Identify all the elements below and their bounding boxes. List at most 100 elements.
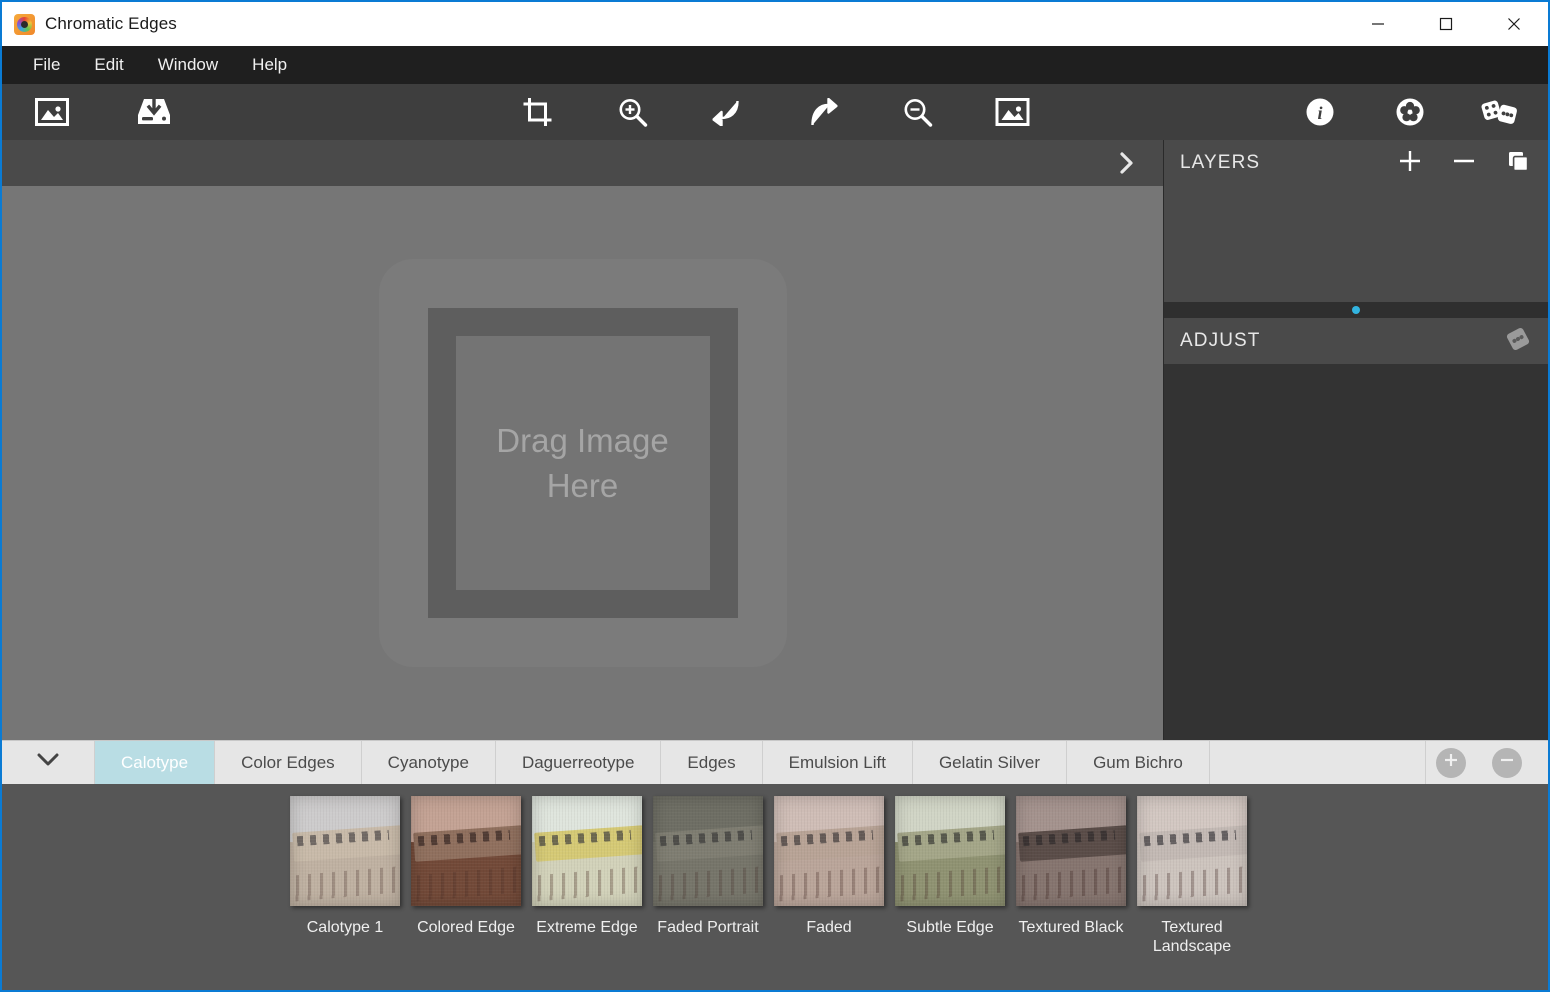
splitter-handle-dot [1352, 306, 1360, 314]
filter-tabs: CalotypeColor EdgesCyanotypeDaguerreotyp… [95, 741, 1210, 784]
preset-label: Textured Landscape [1137, 919, 1247, 957]
randomize-button[interactable] [1480, 92, 1520, 132]
preset-thumbnail[interactable]: Textured Landscape [1137, 796, 1247, 957]
fit-image-button[interactable] [993, 92, 1033, 132]
preset-label: Colored Edge [417, 919, 515, 938]
layers-panel-title: LAYERS [1180, 152, 1396, 174]
filter-tab-emulsion-lift[interactable]: Emulsion Lift [763, 741, 913, 784]
canvas-column: Drag Image Here [2, 140, 1163, 740]
redo-button[interactable] [803, 92, 843, 132]
dock-splitter[interactable] [1164, 302, 1548, 318]
drop-zone-label: Drag Image Here [496, 418, 668, 508]
minus-icon [1499, 752, 1515, 773]
canvas-toolbar [2, 140, 1163, 186]
aperture-flower-icon [1395, 97, 1425, 127]
application-window: Chromatic Edges File Edit Window Help [0, 0, 1550, 992]
app-icon-wrap [2, 14, 45, 35]
collapse-filters-button[interactable] [2, 741, 95, 784]
layers-list[interactable] [1164, 186, 1548, 302]
preset-preview-image [290, 796, 400, 906]
add-preset-button[interactable] [1436, 748, 1466, 778]
menu-edit[interactable]: Edit [77, 51, 140, 79]
undo-arrow-icon [713, 98, 743, 126]
filter-tab-gum-bichro[interactable]: Gum Bichro [1067, 741, 1210, 784]
filter-tab-edges[interactable]: Edges [661, 741, 762, 784]
open-image-button[interactable] [32, 92, 72, 132]
preset-thumbnail[interactable]: Faded Portrait [653, 796, 763, 938]
preset-label: Calotype 1 [307, 919, 384, 938]
right-dock: LAYERS [1163, 140, 1548, 740]
filter-tab-color-edges[interactable]: Color Edges [215, 741, 362, 784]
menu-bar: File Edit Window Help [2, 46, 1548, 84]
magnifier-plus-icon [618, 97, 648, 127]
close-icon[interactable] [1480, 2, 1548, 46]
preset-preview-image [774, 796, 884, 906]
preset-label: Extreme Edge [536, 919, 637, 938]
svg-text:i: i [1317, 103, 1322, 123]
dice-icon [1481, 98, 1519, 126]
toolbar-right-group: i [1300, 92, 1520, 132]
layers-panel-header: LAYERS [1164, 140, 1548, 186]
preset-thumbnail[interactable]: Subtle Edge [895, 796, 1005, 938]
adjust-panel-actions [1504, 327, 1532, 355]
adjust-panel-header: ADJUST [1164, 318, 1548, 364]
preset-thumbnail[interactable]: Calotype 1 [290, 796, 400, 938]
title-bar: Chromatic Edges [2, 2, 1548, 46]
minimize-icon[interactable] [1344, 2, 1412, 46]
duplicate-layer-button[interactable] [1504, 149, 1532, 177]
drop-zone[interactable]: Drag Image Here [379, 259, 787, 667]
preset-label: Textured Black [1019, 919, 1124, 938]
adjust-randomize-button[interactable] [1504, 327, 1532, 355]
minus-icon [1452, 149, 1476, 178]
menu-help[interactable]: Help [235, 51, 304, 79]
picture-frame-icon [996, 98, 1030, 126]
magnifier-minus-icon [903, 97, 933, 127]
adjust-panel-title: ADJUST [1180, 330, 1504, 352]
preset-preview-image [532, 796, 642, 906]
effects-button[interactable] [1390, 92, 1430, 132]
window-title: Chromatic Edges [45, 14, 1344, 34]
maximize-icon[interactable] [1412, 2, 1480, 46]
dice-icon [1503, 324, 1533, 359]
undo-button[interactable] [708, 92, 748, 132]
info-button[interactable]: i [1300, 92, 1340, 132]
remove-preset-button[interactable] [1492, 748, 1522, 778]
adjust-controls[interactable] [1164, 364, 1548, 740]
preset-preview-image [411, 796, 521, 906]
filter-tab-gelatin-silver[interactable]: Gelatin Silver [913, 741, 1067, 784]
menu-file[interactable]: File [16, 51, 77, 79]
info-circle-icon: i [1305, 97, 1335, 127]
filter-tab-daguerreotype[interactable]: Daguerreotype [496, 741, 661, 784]
add-layer-button[interactable] [1396, 149, 1424, 177]
save-image-button[interactable] [134, 92, 174, 132]
preset-preview-image [1137, 796, 1247, 906]
filter-tab-cyanotype[interactable]: Cyanotype [362, 741, 496, 784]
tab-spacer [1210, 741, 1426, 784]
preset-thumbnail[interactable]: Faded [774, 796, 884, 938]
remove-layer-button[interactable] [1450, 149, 1478, 177]
zoom-out-button[interactable] [898, 92, 938, 132]
preset-label: Faded [806, 919, 851, 938]
preset-preview-image [653, 796, 763, 906]
image-canvas[interactable]: Drag Image Here [2, 186, 1163, 740]
chromatic-edges-logo-icon [14, 14, 35, 35]
plus-icon [1398, 149, 1422, 178]
preset-thumbnail[interactable]: Extreme Edge [532, 796, 642, 938]
preset-label: Faded Portrait [657, 919, 758, 938]
preset-preview-image [895, 796, 1005, 906]
toolbar-left-group [2, 92, 174, 132]
filter-tab-calotype[interactable]: Calotype [95, 741, 215, 784]
preset-label: Subtle Edge [906, 919, 993, 938]
preset-buttons [1426, 741, 1548, 784]
crop-button[interactable] [518, 92, 558, 132]
preset-thumbnail[interactable]: Textured Black [1016, 796, 1126, 938]
preset-thumbnail[interactable]: Colored Edge [411, 796, 521, 938]
workspace: Drag Image Here LAYERS [2, 140, 1548, 740]
menu-window[interactable]: Window [141, 51, 235, 79]
plus-icon [1443, 752, 1459, 773]
chevron-right-icon[interactable] [1111, 147, 1143, 179]
chevron-down-icon [36, 752, 60, 773]
zoom-in-button[interactable] [613, 92, 653, 132]
preset-thumbnail-strip[interactable]: Calotype 1 Colored Edge Extreme Edge Faded … [2, 784, 1548, 990]
picture-icon [35, 98, 69, 126]
